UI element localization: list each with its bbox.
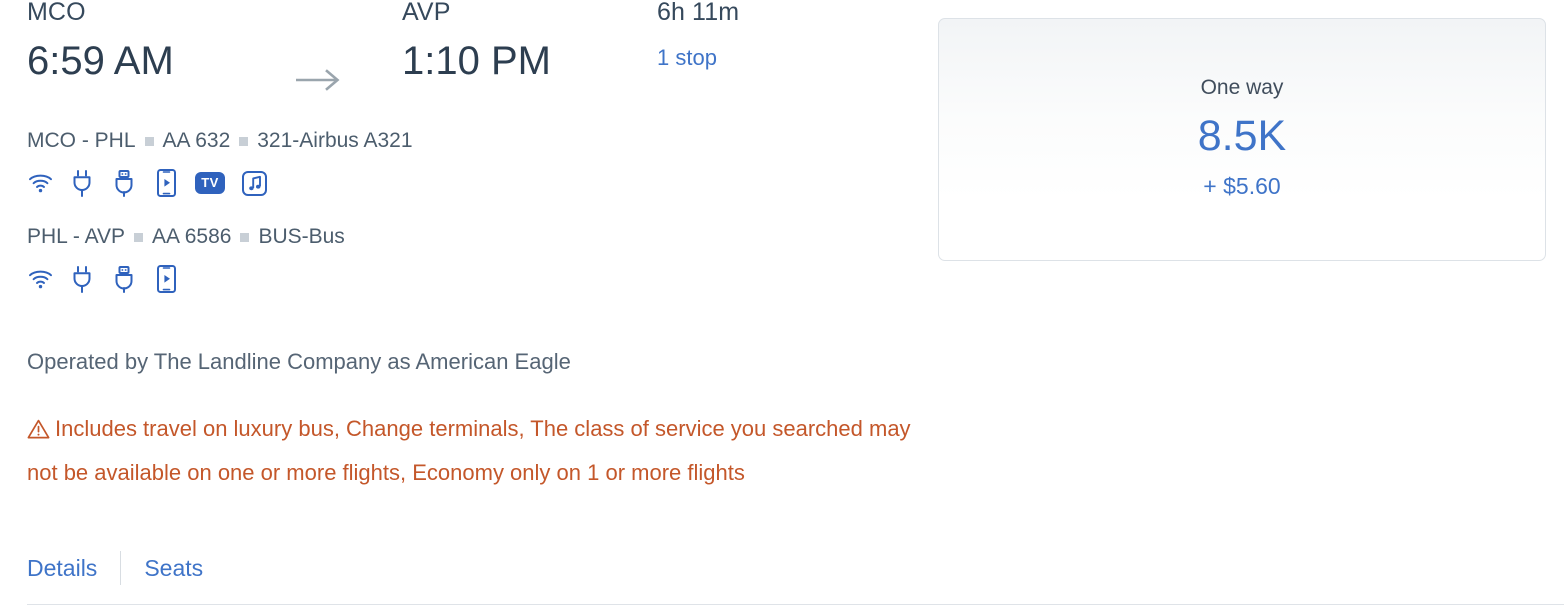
leg-2-route: PHL - AVP	[27, 225, 126, 248]
leg-1-info: MCO - PHL AA 632 321-Airbus A321	[27, 130, 927, 151]
action-divider	[120, 551, 122, 585]
wifi-icon	[27, 265, 53, 293]
price-amount: 8.5K	[1197, 112, 1287, 160]
card-actions: Details Seats	[27, 548, 203, 588]
usb-port-icon	[111, 169, 137, 197]
flight-leg-2: PHL - AVP AA 6586 BUS-Bus	[27, 226, 927, 294]
power-outlet-icon	[69, 169, 95, 197]
bottom-divider	[27, 604, 1564, 605]
separator-square	[144, 137, 154, 146]
tv-icon: TV	[195, 172, 225, 194]
separator-square	[134, 233, 144, 242]
origin-airport-code: MCO	[27, 0, 86, 26]
fare-type-label: One way	[1200, 76, 1284, 99]
flight-legs: MCO - PHL AA 632 321-Airbus A321 TV PHL …	[27, 130, 927, 294]
destination-airport-code: AVP	[402, 0, 451, 26]
device-streaming-icon	[153, 265, 179, 293]
seats-link[interactable]: Seats	[144, 556, 203, 580]
warning-message: Includes travel on luxury bus, Change te…	[27, 407, 927, 495]
price-card[interactable]: One way 8.5K + $5.60	[938, 18, 1546, 261]
destination-segment: AVP 1:10 PM	[402, 0, 551, 81]
power-outlet-icon	[69, 265, 95, 293]
arrival-time: 1:10 PM	[402, 39, 551, 83]
leg-2-info: PHL - AVP AA 6586 BUS-Bus	[27, 226, 927, 247]
leg-1-amenities: TV	[27, 168, 927, 198]
separator-square	[240, 233, 250, 242]
usb-port-icon	[111, 265, 137, 293]
leg-1-aircraft: 321-Airbus A321	[257, 129, 413, 152]
operated-by-text: Operated by The Landline Company as Amer…	[27, 349, 571, 374]
device-streaming-icon	[153, 169, 179, 197]
separator-square	[239, 137, 249, 146]
music-icon	[241, 169, 267, 197]
departure-time: 6:59 AM	[27, 39, 174, 83]
leg-2-flight-number: AA 6586	[152, 225, 232, 248]
leg-2-aircraft: BUS-Bus	[258, 225, 345, 248]
leg-1-flight-number: AA 632	[162, 129, 231, 152]
origin-segment: MCO 6:59 AM	[27, 0, 174, 81]
route-row: MCO 6:59 AM AVP 1:10 PM 6h 11m 1 stop	[27, 0, 927, 112]
leg-2-amenities	[27, 264, 927, 294]
wifi-icon	[27, 169, 53, 197]
flight-leg-1: MCO - PHL AA 632 321-Airbus A321 TV	[27, 130, 927, 198]
price-taxes: + $5.60	[1203, 173, 1281, 199]
leg-1-route: MCO - PHL	[27, 129, 136, 152]
flight-duration: 6h 11m	[657, 0, 740, 26]
warning-text: Includes travel on luxury bus, Change te…	[27, 416, 911, 485]
warning-triangle-icon	[27, 419, 50, 439]
arrow-right-icon	[295, 68, 341, 92]
duration-segment: 6h 11m 1 stop	[657, 0, 739, 69]
itinerary-summary: MCO 6:59 AM AVP 1:10 PM 6h 11m 1 stop	[27, 0, 927, 112]
flight-result-card: MCO 6:59 AM AVP 1:10 PM 6h 11m 1 stop MC…	[0, 0, 1564, 612]
details-link[interactable]: Details	[27, 556, 97, 580]
stops-link[interactable]: 1 stop	[657, 47, 739, 69]
